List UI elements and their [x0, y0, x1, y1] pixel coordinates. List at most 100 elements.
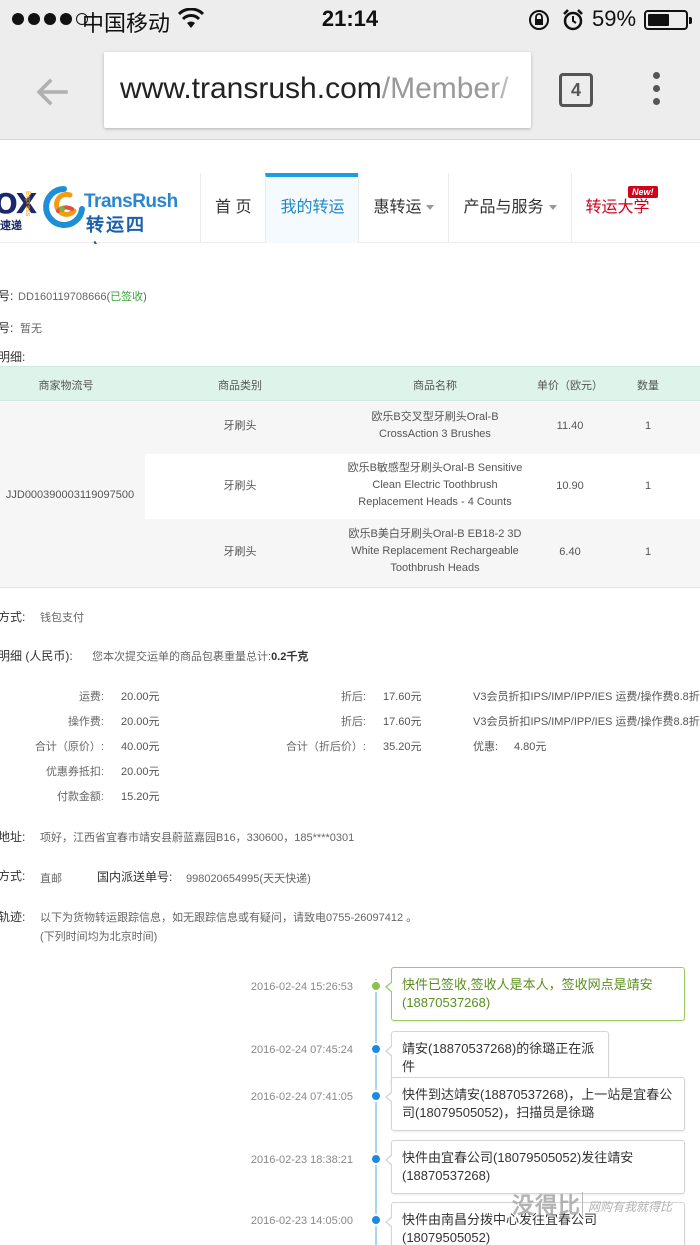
handling-value: 20.00元 [121, 716, 160, 728]
table-row-2-price: 10.90 [556, 480, 584, 492]
table-row-3-price: 6.40 [559, 546, 581, 558]
tracking-label: 轨迹: [0, 910, 26, 924]
delivery-label: 方式: [0, 869, 26, 883]
table-row-3-qty: 1 [644, 546, 652, 558]
url-path: /Member/ [381, 72, 509, 105]
watermark-main: 没得比 [512, 1193, 582, 1218]
freight-discount-label: 折后: [340, 691, 366, 703]
domestic-no-value: 998020654995(天天快递) [186, 873, 311, 885]
total-label: 合计（原价）: [34, 741, 104, 753]
rotation-lock-icon [529, 10, 549, 30]
new-badge: New! [628, 186, 658, 198]
handling-label: 操作费: [67, 716, 104, 728]
timeline-dot [370, 1153, 382, 1165]
paid-value: 15.20元 [121, 791, 160, 803]
col-unit-price: 单价（欧元） [537, 380, 603, 392]
table-row-1-category: 牙刷头 [223, 420, 257, 432]
battery-icon [644, 10, 692, 30]
fee-detail-label: 明细 (人民币): [0, 649, 73, 663]
handling-discount-value: 17.60元 [383, 716, 422, 728]
total-value: 40.00元 [121, 741, 160, 753]
timeline-dot [370, 1043, 382, 1055]
site-header: OX Express 速递 TransRush 转运四方 首 页 我的转运 惠转… [0, 173, 700, 261]
url-host: www.transrush.com [120, 72, 382, 105]
total-discount-value: 35.20元 [383, 741, 422, 753]
nav-home[interactable]: 首 页 [200, 173, 265, 243]
paid-label: 付款金额: [56, 791, 104, 803]
freight-discount-value: 17.60元 [383, 691, 422, 703]
coupon-value: 20.00元 [121, 766, 160, 778]
detail-label: 明细: [0, 350, 26, 364]
nav-transport-university[interactable]: 转运大学 New! [570, 173, 666, 243]
timeline-event: 快件到达靖安(18870537268)，上一站是宜春公 司(1807950505… [385, 1077, 685, 1131]
table-row-2-name: 欧乐B敏感型牙刷头Oral-B Sensitive Clean Electric… [347, 462, 523, 508]
chevron-down-icon [548, 205, 557, 211]
order-status: 已签收 [110, 291, 144, 303]
table-row-1-price: 11.40 [556, 420, 584, 432]
back-arrow-icon[interactable] [32, 72, 72, 112]
col-category: 商品类别 [218, 380, 262, 392]
col-quantity: 数量 [637, 380, 659, 392]
timeline-line [375, 979, 377, 1245]
freight-label: 运费: [78, 691, 104, 703]
url-bar[interactable]: www.transrush.com/Member/ [104, 52, 531, 128]
timeline-time: 2016-02-24 07:41:05 [250, 1091, 353, 1103]
delivery-value: 直邮 [40, 873, 62, 885]
order-detail: 号: DD160119708666(已签收) 号: 暂无 明细: 商家物流号 商… [0, 244, 700, 1245]
freight-value: 20.00元 [121, 691, 160, 703]
timeline-time: 2016-02-24 07:45:24 [250, 1044, 353, 1056]
nav-hui-transport[interactable]: 惠转运 [358, 173, 448, 243]
freight-discount-note: V3会员折扣IPS/IMP/IPP/IES 运费/操作费8.8折 [473, 691, 700, 703]
table-row-3-category: 牙刷头 [223, 546, 257, 558]
total-discount-label: 合计（折后价）: [285, 741, 366, 753]
table-header: 商家物流号 商品类别 商品名称 单价（欧元） 数量 [0, 366, 700, 401]
nav-my-transport[interactable]: 我的转运 [265, 173, 359, 243]
fee-weight: 0.2千克 [271, 651, 309, 663]
col-product-name: 商品名称 [413, 380, 457, 392]
table-row-2-qty: 1 [644, 480, 652, 492]
partner-logo-sub: 速递 [0, 220, 22, 232]
transrush-logo[interactable]: TransRush 转运四方 [42, 183, 178, 261]
overflow-menu-icon[interactable] [650, 72, 662, 108]
table-row-1-name: 欧乐B交叉型牙刷头Oral-B CrossAction 3 Brushes [371, 411, 499, 440]
timeline-time: 2016-02-23 18:38:21 [250, 1154, 353, 1166]
table-body: JJD000390003119097500 牙刷头 欧乐B交叉型牙刷头Oral-… [0, 402, 700, 588]
transrush-logo-icon [43, 186, 85, 228]
tab-switcher-button[interactable]: 4 [559, 73, 593, 107]
watermark: 没得比 网购有我就得比 [512, 1186, 700, 1226]
payment-value: 钱包支付 [40, 612, 84, 624]
nav-products-services[interactable]: 产品与服务 [448, 173, 570, 243]
coupon-label: 优惠券抵扣: [45, 766, 104, 778]
timeline-time: 2016-02-23 14:05:00 [250, 1215, 353, 1227]
timeline-dot [370, 980, 382, 992]
browser-toolbar: www.transrush.com/Member/ 4 [0, 40, 700, 140]
waybill-value: 暂无 [20, 323, 42, 335]
partner-logo-express: Express [24, 191, 31, 217]
col-merchant-tracking: 商家物流号 [38, 380, 94, 392]
payment-label: 方式: [0, 610, 26, 624]
timeline-dot [370, 1214, 382, 1226]
saving-label: 优惠: [473, 741, 499, 753]
tracking-timezone-note: (下列时间均为北京时间) [40, 931, 158, 943]
watermark-sub: 网购有我就得比 [588, 1200, 673, 1214]
battery-percent: 59% [592, 6, 637, 31]
tracking-note: 以下为货物转运跟踪信息，如无跟踪信息或有疑问，请致电0755-26097412 … [40, 912, 418, 924]
phone-status-bar: 中国移动 21:14 59% [0, 0, 700, 40]
handling-discount-note: V3会员折扣IPS/IMP/IPP/IES 运费/操作费8.8折 [473, 716, 700, 728]
waybill-label: 号: [0, 321, 14, 335]
timeline-dot [370, 1090, 382, 1102]
order-no: DD160119708666(已签收) [18, 291, 147, 303]
order-no-label: 号: [0, 289, 14, 303]
chevron-down-icon [426, 205, 435, 211]
fee-weight-note: 您本次提交运单的商品包裹重量总计:0.2千克 [92, 651, 309, 663]
domestic-no-label: 国内派送单号: [97, 870, 173, 884]
alarm-icon [563, 9, 583, 31]
page-top-spacer [0, 141, 700, 173]
saving-value: 4.80元 [514, 741, 547, 753]
merchant-tracking-no: JJD000390003119097500 [5, 489, 135, 501]
partner-logo[interactable]: OX Express 速递 [0, 187, 37, 232]
main-nav: 首 页 我的转运 惠转运 产品与服务 转运大学 New! [200, 173, 666, 243]
address-label: 地址: [0, 830, 26, 844]
table-row-1-qty: 1 [644, 420, 652, 432]
logo-name-en: TransRush [84, 191, 178, 212]
